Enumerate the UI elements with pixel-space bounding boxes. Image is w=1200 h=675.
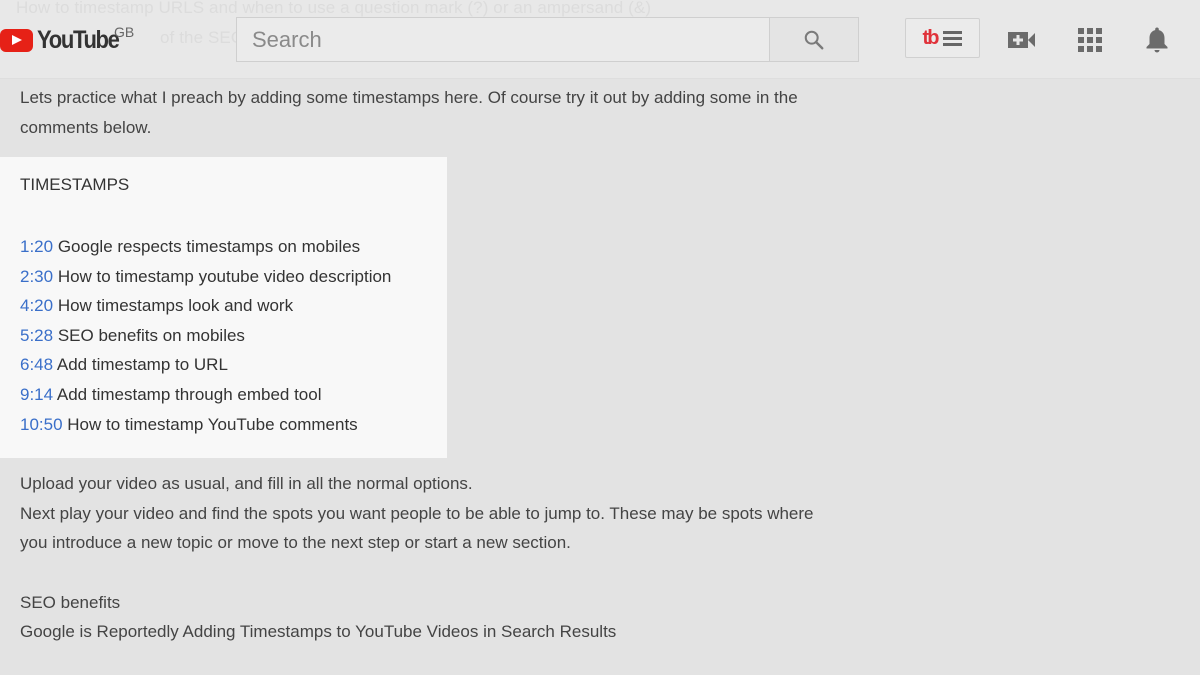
search-icon	[804, 30, 824, 49]
seo-article-title: Google is Reportedly Adding Timestamps t…	[20, 622, 617, 641]
masthead: How to timestamp URLS and when to use a …	[0, 0, 1200, 79]
seo-heading: SEO benefits	[20, 593, 121, 612]
timestamp-item: 1:20 Google respects timestamps on mobil…	[20, 232, 391, 262]
timestamp-item: 5:28 SEO benefits on mobiles	[20, 321, 391, 351]
youtube-play-icon	[0, 28, 33, 52]
body-line-1: Upload your video as usual, and fill in …	[20, 474, 473, 493]
intro-line-2: comments below.	[20, 118, 152, 137]
timestamp-item: 2:30 How to timestamp youtube video desc…	[20, 262, 391, 292]
timestamp-link[interactable]: 10:50	[20, 415, 63, 434]
timestamp-label: Google respects timestamps on mobiles	[57, 237, 361, 256]
video-camera-plus-icon	[1008, 32, 1035, 48]
timestamp-link[interactable]: 5:28	[20, 326, 53, 345]
timestamp-label: Add timestamp to URL	[56, 355, 228, 375]
timestamp-label: Add timestamp through embed tool	[56, 384, 322, 404]
region-code: GB	[114, 24, 135, 40]
bell-icon	[1146, 27, 1168, 53]
timestamps-section: TIMESTAMPS 1:20 Google respects timestam…	[0, 157, 447, 458]
timestamp-link[interactable]: 1:20	[20, 237, 53, 256]
apps-grid-icon	[1078, 28, 1102, 52]
timestamp-link[interactable]: 2:30	[20, 267, 53, 286]
timestamp-label: How to timestamp youtube video descripti…	[57, 266, 392, 286]
notifications-button[interactable]	[1139, 22, 1175, 58]
search-placeholder: Search	[252, 27, 322, 52]
body-line-2: Next play your video and find the spots …	[20, 504, 814, 523]
timestamps-heading: TIMESTAMPS	[20, 175, 130, 194]
timestamp-link[interactable]: 4:20	[20, 296, 53, 315]
timestamps-list: 1:20 Google respects timestamps on mobil…	[20, 232, 391, 439]
search-input[interactable]: Search	[236, 17, 770, 62]
tubebuddy-menu-button[interactable]: tb	[905, 18, 980, 58]
timestamp-link[interactable]: 9:14	[20, 385, 53, 404]
timestamp-item: 4:20 How timestamps look and work	[20, 291, 391, 321]
timestamp-label: How to timestamp YouTube comments	[67, 414, 358, 434]
background-overlay-text: How to timestamp URLS and when to use a …	[16, 0, 652, 17]
tubebuddy-icon: tb	[922, 26, 940, 49]
youtube-wordmark: YouTube	[37, 25, 120, 54]
menu-icon	[943, 30, 963, 46]
intro-line-1: Lets practice what I preach by adding so…	[20, 88, 798, 107]
timestamp-item: 10:50 How to timestamp YouTube comments	[20, 410, 391, 440]
timestamp-item: 6:48 Add timestamp to URL	[20, 350, 391, 380]
youtube-logo[interactable]: YouTube	[0, 26, 130, 54]
body-line-3: you introduce a new topic or move to the…	[20, 533, 571, 552]
timestamp-label: How timestamps look and work	[57, 296, 294, 316]
background-overlay-text-2: of the SEO	[160, 28, 245, 47]
search-button[interactable]	[769, 17, 859, 62]
timestamp-label: SEO benefits on mobiles	[57, 325, 245, 345]
timestamp-item: 9:14 Add timestamp through embed tool	[20, 380, 391, 410]
upload-video-button[interactable]	[1004, 22, 1040, 58]
apps-button[interactable]	[1072, 22, 1108, 58]
timestamp-link[interactable]: 6:48	[20, 355, 53, 374]
